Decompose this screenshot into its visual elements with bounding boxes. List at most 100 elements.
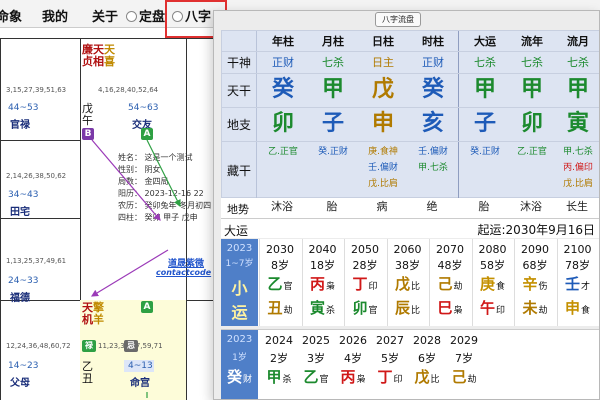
dayun-zhi: 未劫 xyxy=(515,297,555,318)
zhi-char: 丑 xyxy=(267,299,283,317)
canggan-cell: 甲.七杀 xyxy=(418,163,448,173)
dishi-cell: 沐浴 xyxy=(520,200,542,213)
gan-shishen: 印 xyxy=(393,375,403,385)
gan-char: 癸 xyxy=(226,368,242,386)
tiangan-cell: 甲 xyxy=(473,77,496,102)
liunian-year: 2028 xyxy=(413,334,441,347)
liunian-age: 1岁 xyxy=(232,353,247,363)
liunian-grid: 2023 1岁 癸财 2024 2岁 甲杀 2025 3岁 乙官 2026 4岁 丙枭 2027 5… xyxy=(221,329,599,399)
canggan-cell: 乙.正官 xyxy=(268,147,298,157)
dayun-column[interactable]: 2090 68岁 辛伤 未劫 xyxy=(514,239,555,326)
dizhi-cell: 卯 xyxy=(271,111,294,136)
dishi-cell: 绝 xyxy=(426,200,438,213)
liunian-gan: 甲杀 xyxy=(261,366,297,387)
liunian-column[interactable]: 2026 4岁 丙枭 xyxy=(335,330,371,399)
canggan-cell: 壬.偏财 xyxy=(418,147,448,157)
column-header: 流月 xyxy=(567,35,589,48)
liunian-column[interactable]: 2025 3岁 乙官 xyxy=(298,330,334,399)
gan-shishen: 伤 xyxy=(538,282,548,292)
dayun-current-xiaoyun[interactable]: 2023 1~7岁 小 运 xyxy=(221,239,258,326)
shishen-cell: 七杀 xyxy=(521,56,543,69)
canggan-cell: 壬.偏财 xyxy=(368,163,398,173)
liunian-gan: 丁印 xyxy=(372,366,408,387)
dayun-year: 2060 xyxy=(393,243,422,256)
dayun-column[interactable]: 2080 58岁 庚食 午印 xyxy=(471,239,513,326)
liunian-gan: 癸财 xyxy=(221,366,258,387)
gan-shishen: 官 xyxy=(283,282,293,292)
bazi-liupan-dialog[interactable]: 八字流盘 年柱 月柱 日柱 时柱 大运 流年 流月 干神 正财 七杀 日主 正财 七杀 七杀 七杀 天干… xyxy=(213,10,600,400)
liunian-age: 5岁 xyxy=(381,352,399,365)
dayun-gan: 辛伤 xyxy=(515,273,555,294)
zhi-shishen: 比 xyxy=(411,306,421,316)
dishi-row: 地势 沐浴 胎 病 绝 胎 沐浴 长生 xyxy=(221,198,599,218)
gan-char: 乙 xyxy=(303,368,319,386)
gan-shishen: 才 xyxy=(581,282,591,292)
dayun-gan: 壬才 xyxy=(558,273,598,294)
dishi-cell: 长生 xyxy=(566,200,588,213)
dayun-age: 38岁 xyxy=(395,259,420,272)
dayun-zhi: 申食 xyxy=(558,297,598,318)
sihua-arrows xyxy=(90,139,181,398)
gan-shishen: 劫 xyxy=(467,375,477,385)
dayun-grid: 2023 1~7岁 小 运 2030 8岁 乙官 丑劫 2040 18岁 丙枭 寅杀 2050 2… xyxy=(221,239,599,326)
dayun-age: 1~7岁 xyxy=(225,259,254,269)
dayun-zhi: 寅杀 xyxy=(303,297,343,318)
dayun-year: 2080 xyxy=(478,243,507,256)
liunian-age: 3岁 xyxy=(307,352,325,365)
dizhi-cell: 子 xyxy=(321,111,344,136)
dayun-bar: 大运 起运:2030年9月16日 xyxy=(221,218,599,238)
dizhi-cell: 寅 xyxy=(566,111,589,136)
row-label-shishen: 干神 xyxy=(226,56,251,70)
dayun-column[interactable]: 2070 48岁 己劫 巳枭 xyxy=(429,239,470,326)
gan-shishen: 劫 xyxy=(453,282,463,292)
dishi-cell: 胎 xyxy=(326,200,338,213)
row-label-dizhi: 地支 xyxy=(226,118,251,132)
zhi-shishen: 食 xyxy=(581,306,591,316)
sihua-arrow xyxy=(91,139,161,221)
dayun-column[interactable]: 2030 8岁 乙官 丑劫 xyxy=(259,239,300,326)
column-header: 时柱 xyxy=(422,35,444,48)
canggan-cell: 戊.比肩 xyxy=(563,179,593,189)
gan-shishen: 食 xyxy=(496,282,506,292)
liunian-column[interactable]: 2028 6岁 戊比 xyxy=(409,330,445,399)
gan-char: 己 xyxy=(451,368,467,386)
zhi-char: 巳 xyxy=(437,299,453,317)
liunian-current[interactable]: 2023 1岁 癸财 xyxy=(221,330,258,399)
liunian-column[interactable]: 2024 2岁 甲杀 xyxy=(261,330,297,399)
liunian-gan: 戊比 xyxy=(409,366,445,387)
dayun-age: 68岁 xyxy=(522,259,548,272)
liunian-column[interactable]: 2029 7岁 己劫 xyxy=(446,330,482,399)
liunian-gan: 己劫 xyxy=(446,366,482,387)
liunian-column[interactable]: 2027 5岁 丁印 xyxy=(372,330,408,399)
gan-char: 庚 xyxy=(479,275,495,293)
liunian-age: 7岁 xyxy=(455,352,473,365)
shishen-cell: 七杀 xyxy=(474,56,496,69)
tiangan-cell: 甲 xyxy=(321,77,344,102)
dayun-column[interactable]: 2060 38岁 戊比 辰比 xyxy=(386,239,428,326)
dayun-age: 18岁 xyxy=(310,259,335,272)
column-header: 年柱 xyxy=(272,35,294,48)
canggan-cell: 戊.比肩 xyxy=(368,179,398,189)
dizhi-row: 地支 卯子申亥子卯寅 xyxy=(222,110,599,138)
gan-char: 丁 xyxy=(352,275,368,293)
dishi-cell: 沐浴 xyxy=(271,200,293,213)
zhi-char: 寅 xyxy=(309,299,325,317)
dayun-year: 2040 xyxy=(308,243,337,256)
dayun-age: 78岁 xyxy=(565,259,590,272)
dayun-gan: 戊比 xyxy=(388,273,428,294)
qiyun-date: 起运:2030年9月16日 xyxy=(477,223,596,237)
dayun-year: 2100 xyxy=(563,243,592,256)
zhi-char: 卯 xyxy=(352,299,368,317)
dayun-column[interactable]: 2100 78岁 壬才申食 xyxy=(556,239,598,326)
dayun-age: 48岁 xyxy=(437,259,463,272)
zhi-shishen: 劫 xyxy=(538,306,548,316)
dayun-column[interactable]: 2050 28岁 丁印 卯官 xyxy=(344,239,385,326)
dizhi-cell: 卯 xyxy=(520,111,543,136)
tiangan-row: 天干 癸甲戊癸甲甲甲 xyxy=(222,76,599,104)
shishen-cell: 正财 xyxy=(272,56,294,69)
liunian-age: 2岁 xyxy=(270,352,288,365)
dayun-gan: 丁印 xyxy=(345,273,385,294)
liunian-age: 4岁 xyxy=(344,352,362,365)
zhi-shishen: 劫 xyxy=(283,306,293,316)
dayun-column[interactable]: 2040 18岁 丙枭 寅杀 xyxy=(301,239,343,326)
